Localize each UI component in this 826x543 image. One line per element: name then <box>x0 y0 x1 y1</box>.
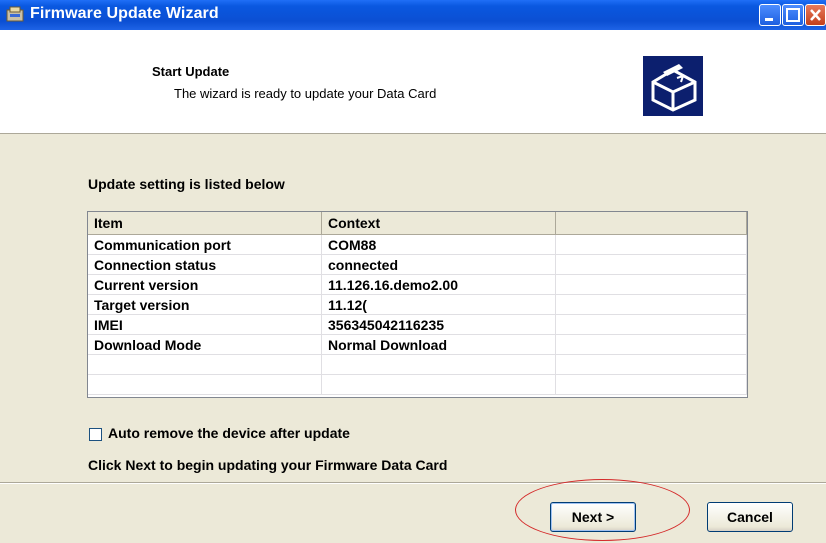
page-title: Start Update <box>152 64 230 79</box>
table-row[interactable]: IMEI 356345042116235 <box>88 315 747 335</box>
table-cell <box>556 295 747 315</box>
section-label: Update setting is listed below <box>88 176 285 192</box>
table-cell: Download Mode <box>88 335 322 355</box>
table-cell <box>556 375 747 395</box>
auto-remove-label[interactable]: Auto remove the device after update <box>108 425 350 441</box>
table-cell <box>556 355 747 375</box>
minimize-icon <box>765 18 773 21</box>
close-button[interactable] <box>805 4 826 26</box>
instruction-text: Click Next to begin updating your Firmwa… <box>88 457 448 473</box>
table-cell: COM88 <box>322 235 556 255</box>
next-button[interactable]: Next > <box>550 502 636 532</box>
table-cell <box>88 375 322 395</box>
table-row[interactable] <box>88 355 747 375</box>
table-cell: Normal Download <box>322 335 556 355</box>
table-row[interactable]: Target version 11.12( <box>88 295 747 315</box>
table-cell <box>88 355 322 375</box>
data-card-icon <box>643 56 703 116</box>
close-icon <box>810 9 821 21</box>
table-cell: IMEI <box>88 315 322 335</box>
table-cell: 11.126.16.demo2.00 <box>322 275 556 295</box>
table-row[interactable]: Connection status connected <box>88 255 747 275</box>
auto-remove-checkbox[interactable] <box>89 428 102 441</box>
table-cell: connected <box>322 255 556 275</box>
table-cell: Current version <box>88 275 322 295</box>
table-cell <box>322 355 556 375</box>
table-cell: 356345042116235 <box>322 315 556 335</box>
footer-divider <box>0 482 826 484</box>
title-bar: Firmware Update Wizard <box>0 0 826 30</box>
firmware-app-icon <box>6 6 24 22</box>
table-cell: 11.12( <box>322 295 556 315</box>
table-cell <box>556 335 747 355</box>
column-header-empty[interactable] <box>556 212 747 234</box>
table-header: Item Context <box>88 212 747 235</box>
column-header-item[interactable]: Item <box>88 212 322 234</box>
table-cell: Connection status <box>88 255 322 275</box>
minimize-button[interactable] <box>759 4 781 26</box>
cancel-button[interactable]: Cancel <box>707 502 793 532</box>
table-cell <box>556 235 747 255</box>
maximize-button[interactable] <box>782 4 804 26</box>
table-row[interactable] <box>88 375 747 395</box>
column-header-context[interactable]: Context <box>322 212 556 234</box>
maximize-icon <box>786 8 800 22</box>
table-row[interactable]: Current version 11.126.16.demo2.00 <box>88 275 747 295</box>
page-subtitle: The wizard is ready to update your Data … <box>174 86 437 101</box>
table-cell: Target version <box>88 295 322 315</box>
wizard-header: Start Update The wizard is ready to upda… <box>0 30 826 133</box>
settings-table[interactable]: Item Context Communication port COM88 Conn… <box>87 211 748 398</box>
table-cell <box>556 255 747 275</box>
header-divider <box>0 133 826 134</box>
table-cell <box>556 315 747 335</box>
window-title: Firmware Update Wizard <box>30 5 219 22</box>
table-row[interactable]: Download Mode Normal Download <box>88 335 747 355</box>
table-cell: Communication port <box>88 235 322 255</box>
table-cell <box>556 275 747 295</box>
table-row[interactable]: Communication port COM88 <box>88 235 747 255</box>
table-cell <box>322 375 556 395</box>
